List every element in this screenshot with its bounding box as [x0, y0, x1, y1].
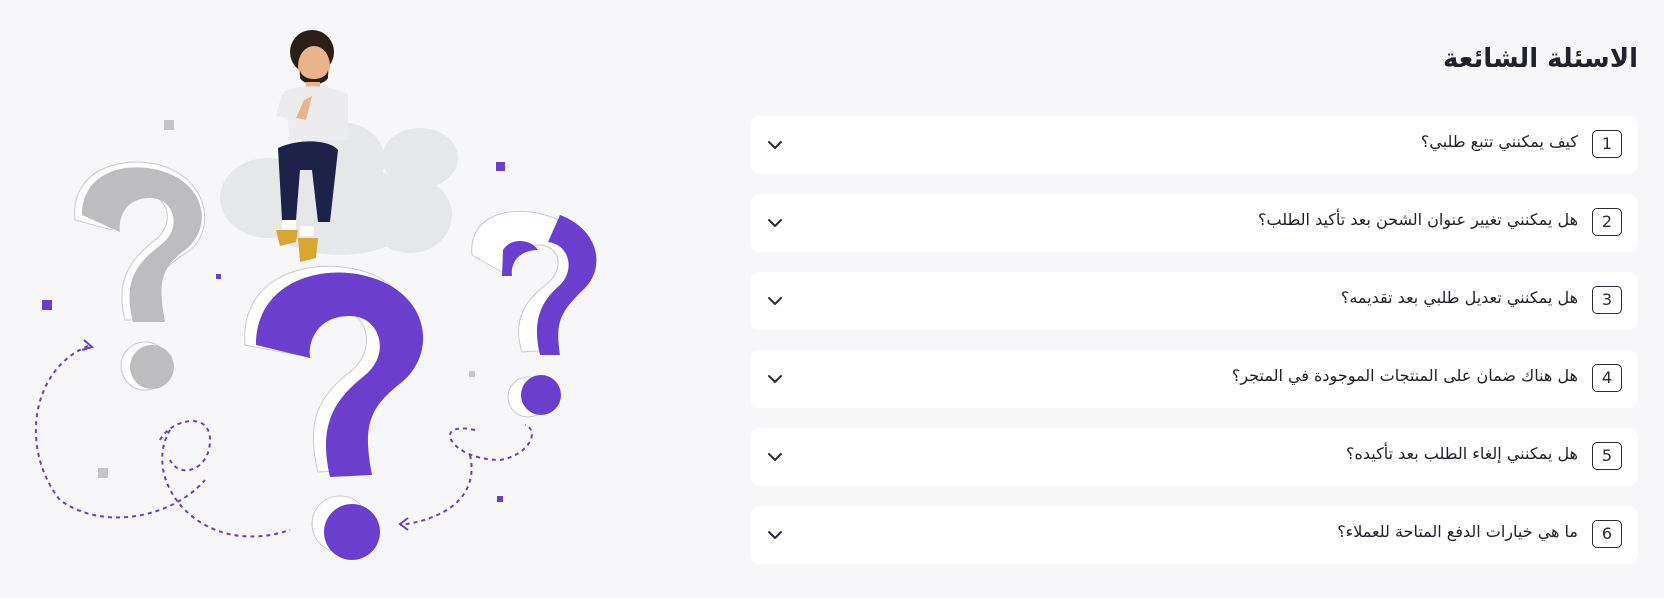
faq-illustration [34, 30, 597, 560]
dashed-arrow-decoration [34, 345, 533, 538]
chevron-down-icon[interactable] [766, 214, 784, 232]
faq-question: كيف يمكنني تتبع طلبي؟ [1420, 132, 1578, 151]
chevron-down-icon[interactable] [766, 136, 784, 154]
faq-question: ما هي خيارات الدفع المتاحة للعملاء؟ [1337, 522, 1578, 541]
faq-item-number: 3 [1592, 286, 1622, 314]
faq-item-5[interactable]: 5 هل يمكنني إلغاء الطلب بعد تأكيده؟ [750, 428, 1638, 486]
chevron-down-icon[interactable] [766, 370, 784, 388]
faq-item-3[interactable]: 3 هل يمكنني تعديل طلبي بعد تقديمه؟ [750, 272, 1638, 330]
faq-item-number: 6 [1592, 520, 1622, 548]
faq-list: 1 كيف يمكنني تتبع طلبي؟ 2 هل يمكنني تغيي… [750, 116, 1638, 584]
faq-item-number: 1 [1592, 130, 1622, 158]
faq-item-number: 5 [1592, 442, 1622, 470]
chevron-down-icon[interactable] [766, 526, 784, 544]
faq-title: الاسئلة الشائعة [1443, 44, 1638, 74]
question-mark-purple-right [471, 210, 597, 418]
faq-item-4[interactable]: 4 هل هناك ضمان على المنتجات الموجودة في … [750, 350, 1638, 408]
faq-item-number: 4 [1592, 364, 1622, 392]
chevron-down-icon[interactable] [766, 448, 784, 466]
faq-item-6[interactable]: 6 ما هي خيارات الدفع المتاحة للعملاء؟ [750, 506, 1638, 564]
faq-item-2[interactable]: 2 هل يمكنني تغيير عنوان الشحن بعد تأكيد … [750, 194, 1638, 252]
faq-item-1[interactable]: 1 كيف يمكنني تتبع طلبي؟ [750, 116, 1638, 174]
question-mark-gray [74, 161, 206, 391]
cloud-decoration [220, 122, 458, 255]
faq-question: هل يمكنني تعديل طلبي بعد تقديمه؟ [1340, 288, 1578, 307]
question-mark-purple-large [244, 265, 424, 560]
faq-item-number: 2 [1592, 208, 1622, 236]
faq-question: هل يمكنني إلغاء الطلب بعد تأكيده؟ [1345, 444, 1578, 463]
chevron-down-icon[interactable] [766, 292, 784, 310]
faq-question: هل يمكنني تغيير عنوان الشحن بعد تأكيد ال… [1258, 210, 1578, 229]
faq-question: هل هناك ضمان على المنتجات الموجودة في ال… [1231, 366, 1578, 385]
